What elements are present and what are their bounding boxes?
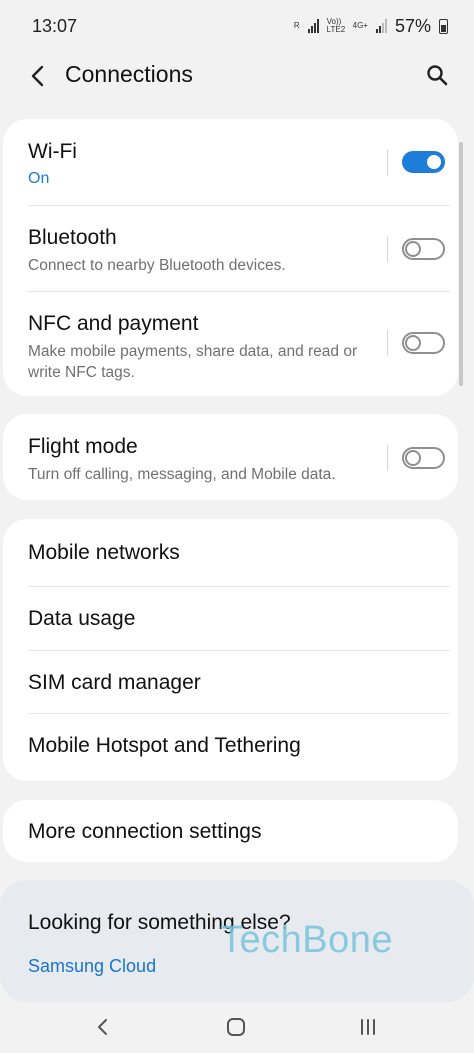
flight-mode-card: Flight mode Turn off calling, messaging,… xyxy=(3,414,458,500)
navigation-bar xyxy=(0,1002,474,1053)
status-icons: R Vo)) LTE2 4G+ 57% xyxy=(294,16,448,37)
bluetooth-description: Connect to nearby Bluetooth devices. xyxy=(28,257,286,274)
more-connection-settings-row[interactable]: More connection settings xyxy=(3,800,458,862)
bluetooth-toggle[interactable] xyxy=(402,238,445,260)
nfc-description: Make mobile payments, share data, and re… xyxy=(28,343,358,381)
network-settings-card: Mobile networks Data usage SIM card mana… xyxy=(3,519,458,781)
flight-mode-toggle[interactable] xyxy=(402,447,445,469)
app-bar: Connections xyxy=(0,52,474,100)
volte-indicator: Vo)) LTE2 xyxy=(326,17,346,34)
list-item-mobile-networks[interactable]: Mobile networks xyxy=(3,519,458,587)
scrollbar[interactable] xyxy=(459,142,463,386)
status-bar: 13:07 R Vo)) LTE2 4G+ 57% xyxy=(0,0,474,52)
flight-mode-label: Flight mode xyxy=(28,435,138,458)
list-item-data-usage[interactable]: Data usage xyxy=(3,587,458,651)
flight-mode-row[interactable]: Flight mode Turn off calling, messaging,… xyxy=(3,414,458,500)
divider xyxy=(387,330,388,356)
recents-icon xyxy=(361,1019,375,1035)
chevron-left-icon xyxy=(31,65,44,87)
nfc-row[interactable]: NFC and payment Make mobile payments, sh… xyxy=(3,292,458,396)
nfc-label: NFC and payment xyxy=(28,312,199,335)
list-item-label: SIM card manager xyxy=(28,671,201,694)
nav-home-button[interactable] xyxy=(216,1012,256,1042)
page-title: Connections xyxy=(65,61,193,87)
list-item-label: Mobile networks xyxy=(28,541,180,564)
battery-percent: 57% xyxy=(394,15,431,36)
wifi-status: On xyxy=(28,170,50,187)
search-icon xyxy=(427,65,448,86)
toggles-card: Wi-Fi On Bluetooth Connect to nearby Blu… xyxy=(3,119,458,396)
nfc-toggle[interactable] xyxy=(402,332,445,354)
more-connection-settings-label: More connection settings xyxy=(28,820,262,843)
battery-icon xyxy=(439,18,448,34)
back-button[interactable] xyxy=(24,62,52,90)
home-icon xyxy=(227,1018,245,1036)
wifi-label: Wi-Fi xyxy=(28,140,77,163)
bluetooth-label: Bluetooth xyxy=(28,226,117,249)
list-item-label: Data usage xyxy=(28,607,136,630)
flight-mode-description: Turn off calling, messaging, and Mobile … xyxy=(28,466,336,483)
more-settings-card: More connection settings xyxy=(3,800,458,862)
wifi-toggle[interactable] xyxy=(402,151,445,173)
clock: 13:07 xyxy=(32,15,78,36)
signal-icon-2 xyxy=(375,19,387,33)
nav-back-button[interactable] xyxy=(83,1012,123,1042)
search-button[interactable] xyxy=(422,60,452,90)
network-type: 4G+ xyxy=(352,21,368,30)
bluetooth-row[interactable]: Bluetooth Connect to nearby Bluetooth de… xyxy=(3,206,458,292)
divider xyxy=(387,445,388,471)
nav-recents-button[interactable] xyxy=(348,1012,388,1042)
signal-icon xyxy=(307,19,319,33)
list-item-hotspot-tethering[interactable]: Mobile Hotspot and Tethering xyxy=(3,714,458,781)
list-item-sim-card-manager[interactable]: SIM card manager xyxy=(3,651,458,714)
divider xyxy=(387,150,388,176)
back-icon xyxy=(98,1019,107,1035)
watermark: TechBone xyxy=(220,919,394,961)
samsung-cloud-link[interactable]: Samsung Cloud xyxy=(28,956,156,977)
roaming-indicator: R xyxy=(293,21,300,30)
wifi-row[interactable]: Wi-Fi On xyxy=(3,119,458,206)
divider xyxy=(387,236,388,262)
list-item-label: Mobile Hotspot and Tethering xyxy=(28,734,301,757)
